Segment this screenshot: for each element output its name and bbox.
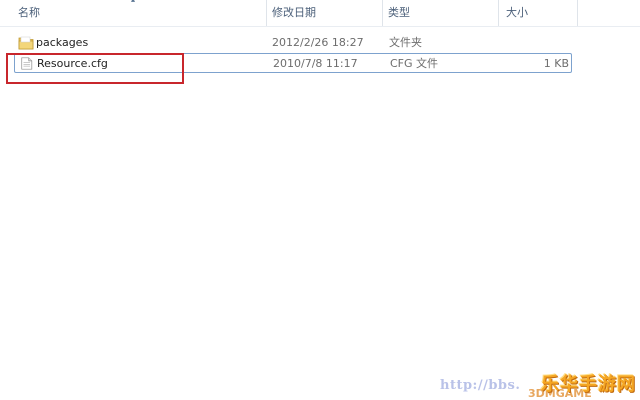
watermark-url: http://bbs.: [440, 378, 521, 393]
column-header-size[interactable]: 大小: [502, 0, 578, 26]
watermark-logo: 3DMGAME 乐华手游网: [528, 370, 640, 400]
annotation-highlight-box: [6, 53, 184, 84]
column-header-name-label: 名称: [18, 6, 40, 19]
column-divider[interactable]: [498, 0, 499, 26]
sort-ascending-icon: ▴: [131, 0, 139, 4]
column-header-bar: 名称 ▴ 修改日期 类型 大小: [0, 0, 640, 27]
file-modified-date: 2012/2/26 18:27: [272, 36, 364, 49]
column-header-type-label: 类型: [388, 6, 410, 19]
file-type: CFG 文件: [390, 57, 439, 70]
file-explorer-window: 名称 ▴ 修改日期 类型 大小 packages 2012/2/26 18:27…: [0, 0, 640, 400]
file-size: 1 KB: [543, 57, 569, 70]
file-type: 文件夹: [389, 36, 422, 49]
column-header-type[interactable]: 类型: [384, 0, 498, 26]
column-header-date-label: 修改日期: [272, 6, 316, 19]
column-divider[interactable]: [266, 0, 267, 26]
file-name: packages: [36, 36, 89, 49]
column-header-size-label: 大小: [506, 6, 528, 19]
column-header-name[interactable]: 名称: [14, 0, 268, 26]
column-divider[interactable]: [577, 0, 578, 26]
watermark-brand-text: 乐华手游网: [541, 374, 636, 395]
column-divider[interactable]: [382, 0, 383, 26]
folder-icon: [18, 36, 34, 50]
column-header-date[interactable]: 修改日期: [268, 0, 382, 26]
file-modified-date: 2010/7/8 11:17: [273, 57, 358, 70]
file-row-packages[interactable]: packages 2012/2/26 18:27 文件夹: [14, 33, 572, 53]
